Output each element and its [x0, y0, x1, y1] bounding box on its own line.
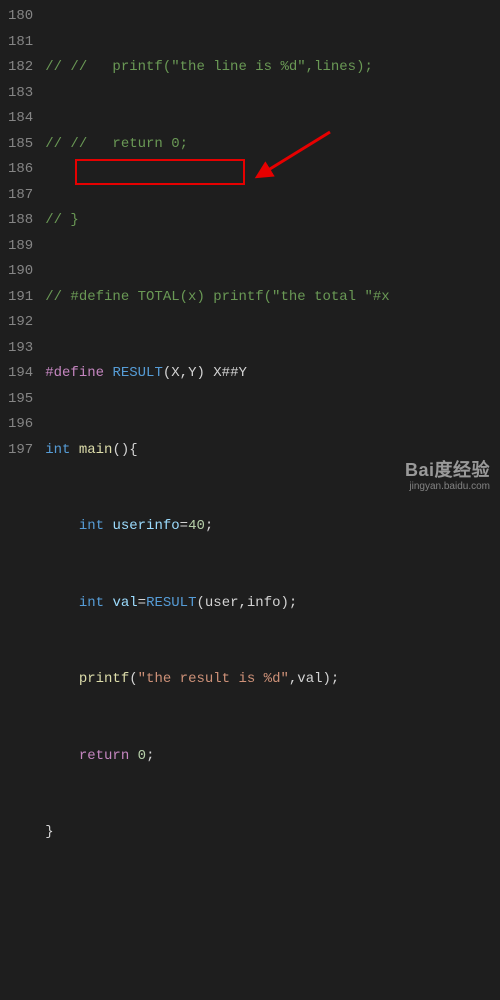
watermark-brand: Bai度经验 [405, 461, 490, 481]
line-number: 197 [8, 438, 33, 464]
code-area[interactable]: // // printf("the line is %d",lines); //… [45, 0, 500, 500]
code-line: } [45, 820, 500, 846]
code-line [45, 897, 500, 923]
code-editor[interactable]: 1801811821831841851861871881891901911921… [0, 0, 500, 500]
line-number: 183 [8, 81, 33, 107]
code-line: int val=RESULT(user,info); [45, 591, 500, 617]
line-number: 185 [8, 132, 33, 158]
line-number: 189 [8, 234, 33, 260]
code-line-highlighted: int userinfo=40; [45, 514, 500, 540]
code-comment: // // printf("the line is %d",lines); [45, 59, 373, 75]
line-number: 184 [8, 106, 33, 132]
code-line [45, 973, 500, 999]
highlight-rectangle [75, 159, 245, 185]
code-comment: // // return 0; [45, 136, 188, 152]
line-number-gutter: 1801811821831841851861871881891901911921… [0, 0, 45, 500]
line-number: 195 [8, 387, 33, 413]
watermark: Bai度经验 jingyan.baidu.com [405, 461, 490, 492]
code-line: #define RESULT(X,Y) X##Y [45, 361, 500, 387]
line-number: 188 [8, 208, 33, 234]
line-number: 190 [8, 259, 33, 285]
line-number: 187 [8, 183, 33, 209]
line-number: 186 [8, 157, 33, 183]
code-line: printf("the result is %d",val); [45, 667, 500, 693]
line-number: 196 [8, 412, 33, 438]
line-number: 181 [8, 30, 33, 56]
line-number: 180 [8, 4, 33, 30]
watermark-url: jingyan.baidu.com [405, 481, 490, 492]
line-number: 194 [8, 361, 33, 387]
line-number: 182 [8, 55, 33, 81]
line-number: 192 [8, 310, 33, 336]
line-number: 193 [8, 336, 33, 362]
code-line: return 0; [45, 744, 500, 770]
code-comment: // #define TOTAL(x) printf("the total "#… [45, 289, 389, 305]
line-number: 191 [8, 285, 33, 311]
code-comment: // } [45, 212, 79, 228]
